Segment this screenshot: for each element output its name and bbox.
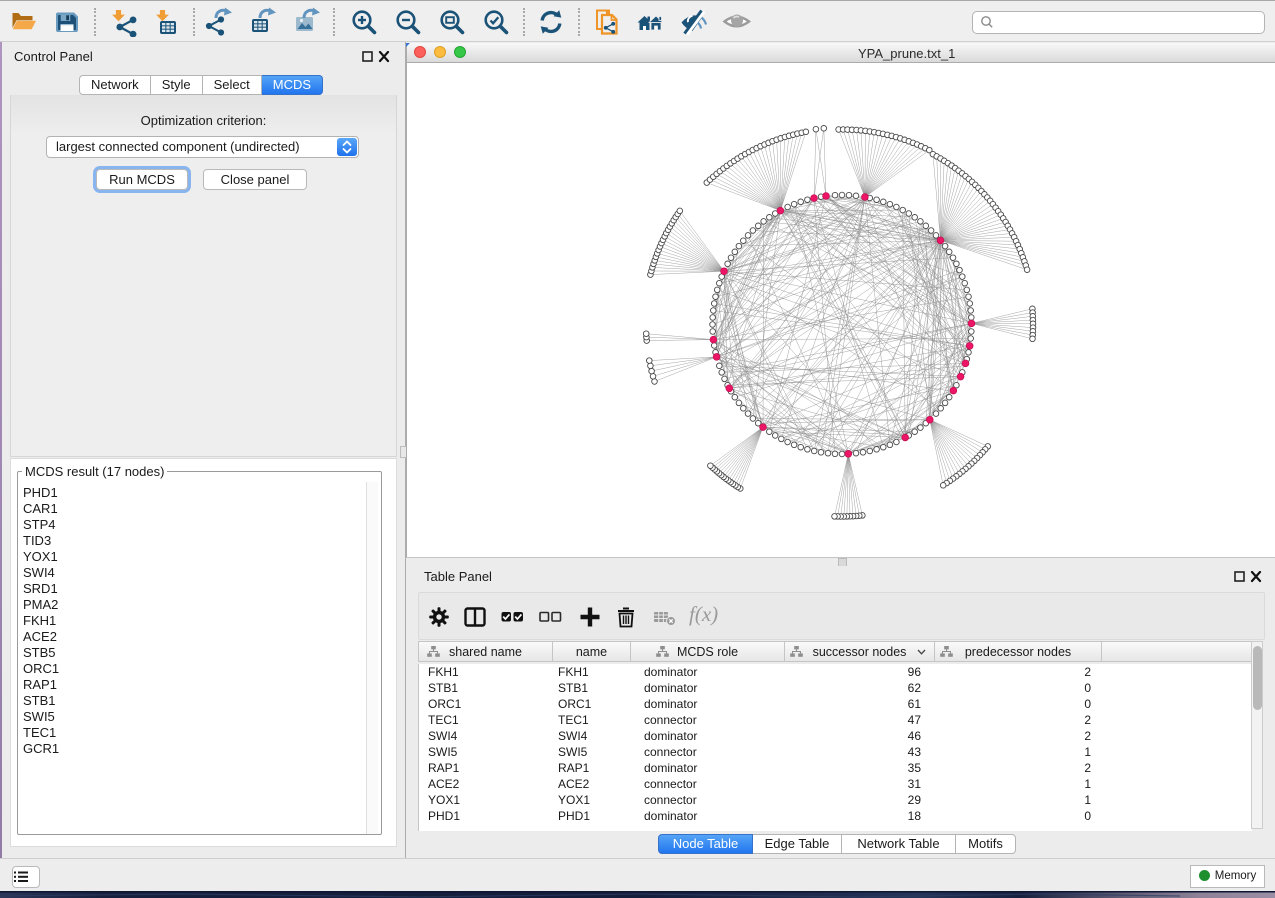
svg-text:f(x): f(x): [689, 602, 718, 626]
